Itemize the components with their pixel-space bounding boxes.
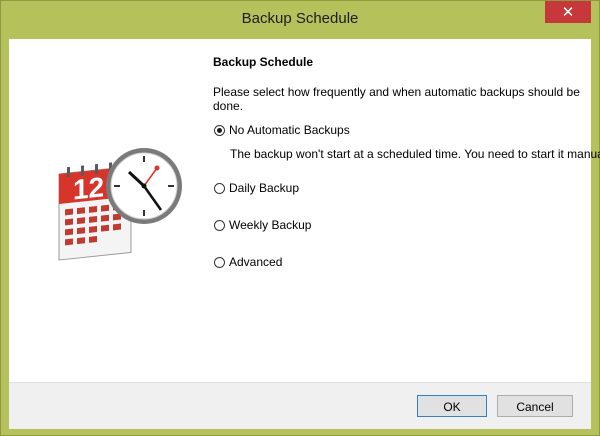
option-note: The backup won't start at a scheduled ti… (230, 147, 600, 161)
section-description: Please select how frequently and when au… (213, 85, 580, 113)
option-daily-backup[interactable]: Daily Backup (214, 180, 299, 196)
cancel-button[interactable]: Cancel (497, 395, 573, 417)
close-button[interactable]: ✕ (545, 1, 591, 23)
radio-button[interactable] (214, 182, 225, 194)
option-weekly-backup[interactable]: Weekly Backup (214, 217, 311, 233)
option-no-automatic-backups[interactable]: No Automatic Backups (214, 122, 350, 138)
option-label: Daily Backup (229, 181, 300, 195)
dialog-content: 12 Backup Schedule Please select how fre… (9, 39, 600, 429)
ok-button[interactable]: OK (417, 395, 487, 417)
option-label: No Automatic Backups (229, 123, 350, 137)
close-icon: ✕ (561, 3, 575, 21)
radio-button[interactable] (214, 256, 225, 268)
calendar-clock-icon: 12 (49, 134, 189, 274)
option-label: Weekly Backup (229, 218, 312, 232)
window-title: Backup Schedule (241, 10, 359, 27)
title-bar[interactable]: Backup Schedule ✕ (1, 1, 599, 39)
dialog-footer: OK Cancel (9, 382, 591, 429)
radio-button[interactable] (214, 219, 225, 231)
backup-schedule-dialog: Backup Schedule ✕ 12 Backup Schedule Ple… (0, 0, 600, 436)
option-advanced[interactable]: Advanced (214, 254, 282, 270)
calendar-number: 12 (73, 171, 104, 205)
radio-button-checked[interactable] (214, 124, 225, 136)
section-heading: Backup Schedule (213, 55, 314, 69)
option-label: Advanced (229, 255, 283, 269)
